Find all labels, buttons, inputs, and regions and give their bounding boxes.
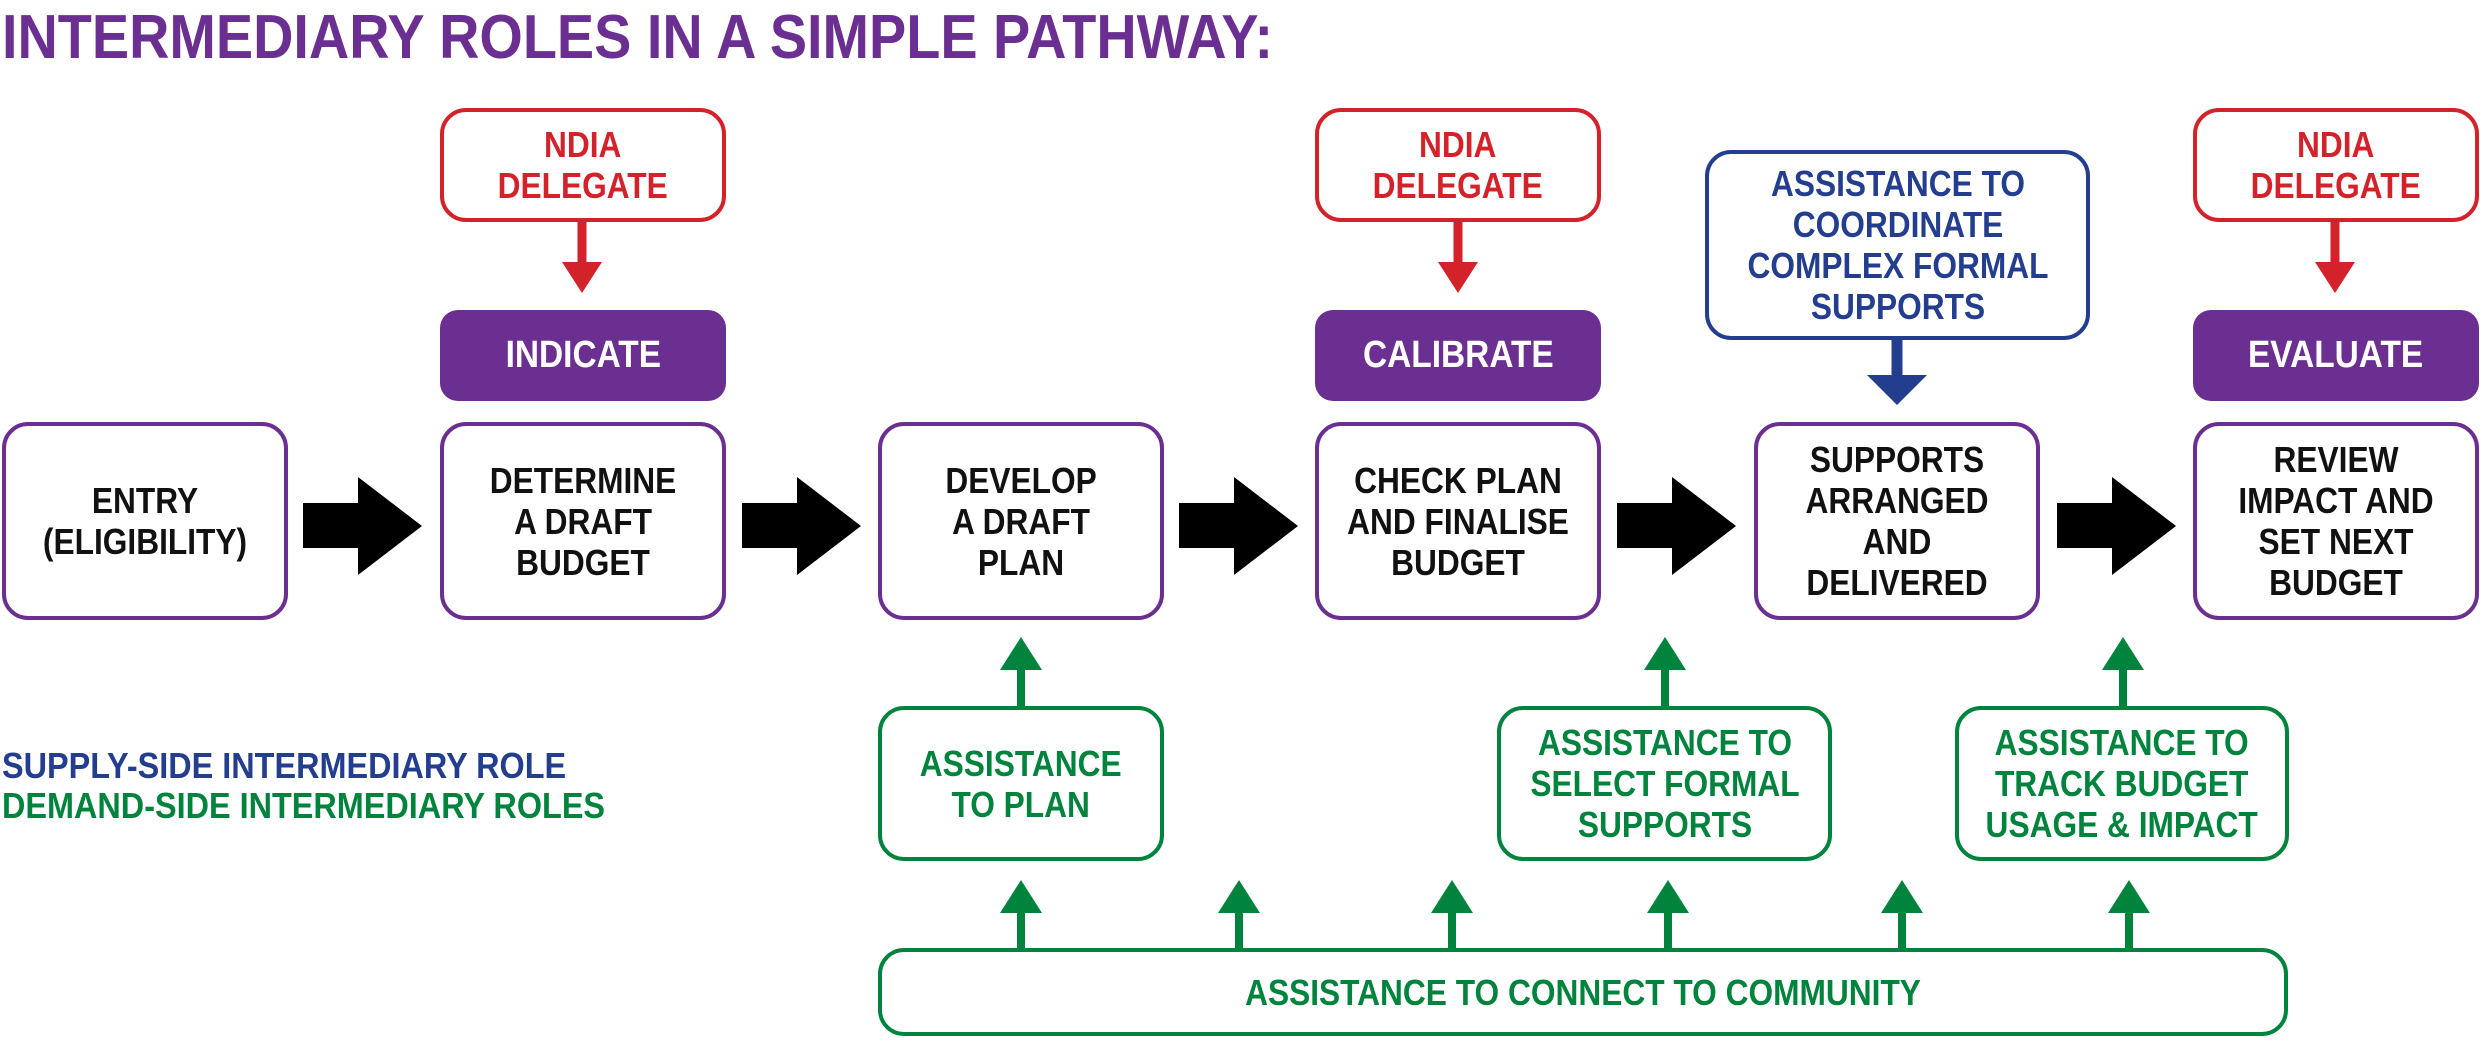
- flow-arrow-1: [303, 477, 422, 575]
- legend-demand-side: DEMAND-SIDE INTERMEDIARY ROLES: [2, 785, 606, 826]
- community-arrow-6: [2108, 880, 2150, 913]
- community-box: ASSISTANCE TO CONNECT TO COMMUNITY: [878, 948, 2288, 1036]
- community-label: ASSISTANCE TO CONNECT TO COMMUNITY: [1245, 971, 1921, 1013]
- action-indicate: INDICATE: [440, 310, 726, 401]
- flow-arrow-2: [742, 477, 861, 575]
- demand-box-select-supports: ASSISTANCE TO SELECT FORMAL SUPPORTS: [1497, 706, 1832, 861]
- step-label: CHECK PLAN AND FINALISE BUDGET: [1347, 459, 1569, 583]
- ndia-delegate-label: NDIA DELEGATE: [2250, 124, 2422, 206]
- ndia-arrow-2: [1438, 262, 1478, 293]
- community-arrow-1: [1000, 880, 1042, 913]
- supply-side-label: ASSISTANCE TO COORDINATE COMPLEX FORMAL …: [1747, 163, 2048, 327]
- supply-side-box: ASSISTANCE TO COORDINATE COMPLEX FORMAL …: [1705, 150, 2090, 340]
- action-calibrate: CALIBRATE: [1315, 310, 1601, 401]
- ndia-arrow-3: [2315, 262, 2355, 293]
- step-check-plan: CHECK PLAN AND FINALISE BUDGET: [1315, 422, 1601, 620]
- ndia-delegate-box-3: NDIA DELEGATE: [2193, 108, 2479, 222]
- step-review-impact: REVIEW IMPACT AND SET NEXT BUDGET: [2193, 422, 2479, 620]
- diagram-title: INTERMEDIARY ROLES IN A SIMPLE PATHWAY:: [2, 3, 1274, 72]
- demand-box-plan: ASSISTANCE TO PLAN: [878, 706, 1164, 861]
- demand-arrow-select: [1644, 637, 1686, 670]
- ndia-arrow-1: [562, 262, 602, 293]
- ndia-delegate-box-2: NDIA DELEGATE: [1315, 108, 1601, 222]
- step-label: REVIEW IMPACT AND SET NEXT BUDGET: [2238, 439, 2434, 603]
- demand-box-track-budget: ASSISTANCE TO TRACK BUDGET USAGE & IMPAC…: [1955, 706, 2289, 861]
- connector-arrows: [303, 220, 2355, 950]
- community-arrow-5: [1881, 880, 1923, 913]
- action-evaluate: EVALUATE: [2193, 310, 2479, 401]
- step-label: DETERMINE A DRAFT BUDGET: [489, 459, 677, 583]
- demand-arrow-plan: [1000, 637, 1042, 670]
- action-label: INDICATE: [505, 334, 661, 376]
- community-arrow-4: [1647, 880, 1689, 913]
- community-arrow-2: [1218, 880, 1260, 913]
- action-label: EVALUATE: [2248, 334, 2424, 376]
- step-label: SUPPORTS ARRANGED AND DELIVERED: [1805, 439, 1989, 603]
- demand-label: ASSISTANCE TO SELECT FORMAL SUPPORTS: [1529, 722, 1800, 845]
- step-label: DEVELOP A DRAFT PLAN: [945, 459, 1097, 583]
- demand-arrow-track: [2102, 637, 2144, 670]
- step-develop-plan: DEVELOP A DRAFT PLAN: [878, 422, 1164, 620]
- step-determine-budget: DETERMINE A DRAFT BUDGET: [440, 422, 726, 620]
- ndia-delegate-box-1: NDIA DELEGATE: [440, 108, 726, 222]
- demand-label: ASSISTANCE TO PLAN: [920, 742, 1122, 825]
- legend-supply-side: SUPPLY-SIDE INTERMEDIARY ROLE: [2, 745, 567, 786]
- ndia-delegate-label: NDIA DELEGATE: [497, 124, 669, 206]
- community-arrow-3: [1431, 880, 1473, 913]
- flow-arrow-5: [2057, 477, 2176, 575]
- action-label: CALIBRATE: [1362, 334, 1554, 376]
- flow-arrow-3: [1179, 477, 1298, 575]
- demand-label: ASSISTANCE TO TRACK BUDGET USAGE & IMPAC…: [1985, 722, 2259, 845]
- step-entry: ENTRY (ELIGIBILITY): [2, 422, 288, 620]
- step-label: ENTRY (ELIGIBILITY): [42, 480, 248, 562]
- ndia-delegate-label: NDIA DELEGATE: [1372, 124, 1544, 206]
- flow-arrow-4: [1617, 477, 1736, 575]
- step-supports-delivered: SUPPORTS ARRANGED AND DELIVERED: [1754, 422, 2040, 620]
- supply-arrow: [1867, 375, 1927, 405]
